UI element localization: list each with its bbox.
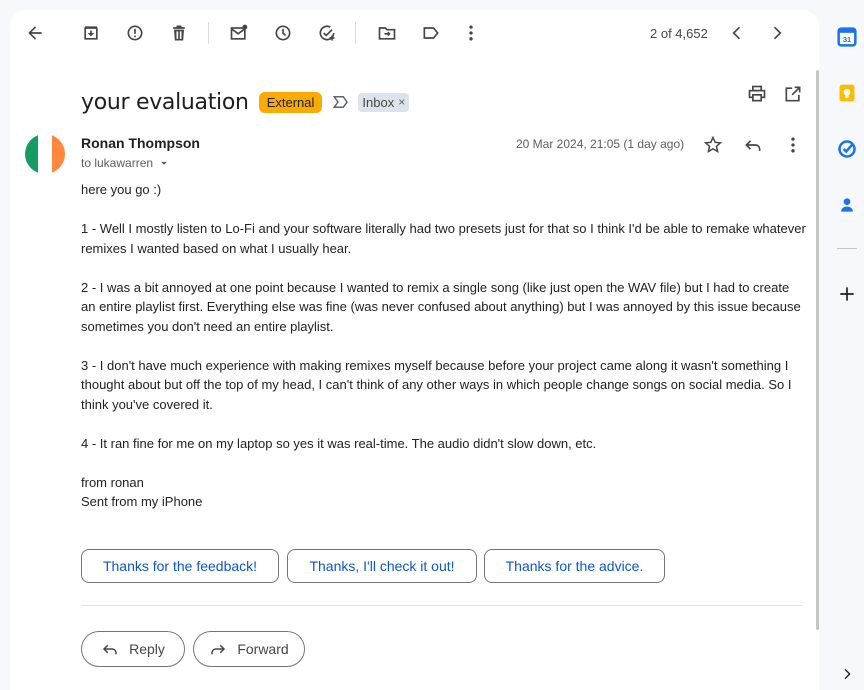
body-paragraph: here you go :)	[81, 182, 162, 197]
plus-icon	[840, 287, 854, 301]
arrow-left-icon	[28, 26, 42, 40]
toolbar-divider	[208, 22, 209, 44]
email-date: 20 Mar 2024, 21:05 (1 day ago)	[516, 137, 685, 151]
caret-down-icon	[161, 161, 167, 165]
reply-label: Reply	[129, 641, 165, 657]
svg-text:31: 31	[843, 35, 851, 44]
report-spam-button[interactable]	[123, 21, 147, 45]
forward-icon	[211, 644, 226, 655]
expand-panel-button[interactable]	[835, 662, 859, 686]
keep-icon	[839, 84, 855, 102]
open-in-new-icon	[785, 86, 801, 102]
message-more-button[interactable]	[781, 133, 805, 157]
subject-row: your evaluation External Inbox ×	[81, 82, 410, 122]
reply-icon-button[interactable]	[741, 133, 765, 157]
body-paragraph: 1 - Well I mostly listen to Lo-Fi and yo…	[81, 221, 806, 256]
add-addon-button[interactable]	[835, 282, 859, 306]
tasks-icon	[838, 140, 856, 158]
toolbar: 2 of 4,652	[10, 10, 819, 56]
smart-reply-button[interactable]: Thanks for the feedback!	[81, 549, 279, 583]
keep-app-button[interactable]	[835, 81, 859, 105]
label-button[interactable]	[419, 21, 443, 45]
body-paragraph: 3 - I don't have much experience with ma…	[81, 357, 792, 412]
reply-button[interactable]: Reply	[81, 631, 185, 667]
snooze-button[interactable]	[271, 21, 295, 45]
body-signature: Sent from my iPhone	[81, 494, 203, 509]
calendar-app-button[interactable]: 31	[835, 25, 859, 49]
side-panel: 31	[819, 0, 864, 680]
mark-unread-icon	[230, 24, 248, 40]
email-subject: your evaluation	[81, 89, 249, 115]
importance-marker-icon[interactable]	[332, 93, 350, 111]
smart-reply-button[interactable]: Thanks, I'll check it out!	[287, 549, 477, 583]
chevron-right-icon	[773, 26, 782, 40]
forward-button[interactable]: Forward	[193, 631, 305, 667]
inbox-label-text: Inbox	[362, 94, 395, 110]
avatar-stripe	[25, 134, 39, 174]
reply-icon	[103, 644, 117, 655]
contacts-app-button[interactable]	[835, 193, 859, 217]
delete-button[interactable]	[167, 21, 191, 45]
toolbar-divider	[355, 22, 356, 44]
forward-label: Forward	[237, 641, 289, 657]
mark-unread-button[interactable]	[227, 21, 251, 45]
reply-icon	[745, 140, 761, 151]
tasks-app-button[interactable]	[835, 137, 859, 161]
remove-label-button[interactable]: ×	[398, 95, 405, 109]
star-icon	[703, 135, 723, 154]
recipient-line[interactable]: to lukawarren	[81, 156, 171, 170]
move-to-icon	[378, 27, 396, 40]
smart-reply-button[interactable]: Thanks for the advice.	[484, 549, 665, 583]
trash-icon	[173, 25, 185, 41]
divider	[81, 605, 803, 606]
body-paragraph: 4 - It ran fine for me on my laptop so y…	[81, 435, 597, 451]
older-button[interactable]	[765, 21, 789, 45]
archive-button[interactable]	[79, 21, 103, 45]
star-button[interactable]	[701, 133, 725, 157]
archive-icon	[84, 26, 98, 40]
contacts-icon	[841, 198, 853, 212]
more-vert-icon	[469, 25, 473, 41]
calendar-icon: 31	[837, 27, 857, 47]
label-icon	[423, 27, 439, 39]
back-button[interactable]	[23, 21, 47, 45]
side-divider	[837, 248, 857, 249]
avatar-stripe	[38, 134, 52, 174]
avatar-stripe	[51, 134, 65, 174]
body-paragraph: 2 - I was a bit annoyed at one point bec…	[81, 279, 801, 334]
sender-name[interactable]: Ronan Thompson	[81, 135, 200, 151]
add-task-button[interactable]	[315, 21, 339, 45]
inbox-label-chip: Inbox ×	[358, 92, 410, 112]
newer-button[interactable]	[725, 21, 749, 45]
more-vert-icon	[791, 137, 795, 153]
email-view: 2 of 4,652 your evaluation External Inbo…	[10, 10, 819, 690]
email-body: here you go :) 1 - Well I mostly listen …	[81, 180, 806, 512]
add-task-icon	[319, 25, 335, 41]
avatar	[25, 134, 65, 174]
external-badge: External	[258, 91, 323, 113]
pager-count: 2 of 4,652	[650, 26, 708, 41]
more-options-button[interactable]	[459, 21, 483, 45]
recipient-text: to lukawarren	[81, 156, 154, 170]
chevron-left-icon	[732, 26, 741, 40]
body-paragraph: from ronan	[81, 474, 144, 490]
print-button[interactable]	[745, 82, 769, 106]
report-spam-icon	[127, 25, 143, 41]
clock-icon	[275, 25, 291, 41]
print-icon	[748, 85, 766, 102]
move-to-button[interactable]	[375, 21, 399, 45]
open-new-window-button[interactable]	[781, 82, 805, 106]
